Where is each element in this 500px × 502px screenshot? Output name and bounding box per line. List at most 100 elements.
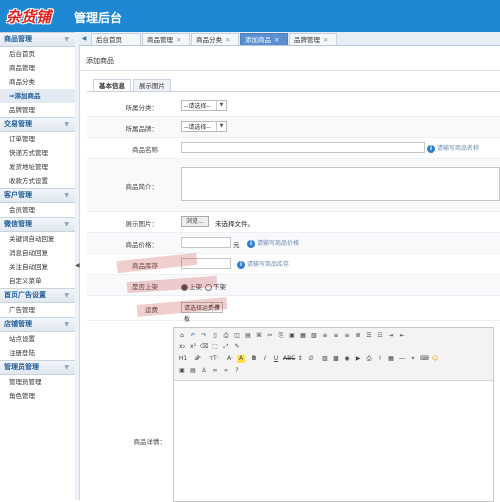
editor-body[interactable] bbox=[174, 381, 493, 501]
tab-scroll-left-icon[interactable]: ◀ bbox=[79, 32, 89, 45]
sidebar-item-register-login[interactable]: 注册登陆 bbox=[0, 346, 75, 360]
link-icon[interactable]: ∞ bbox=[211, 367, 219, 375]
sidebar-item-ship-address[interactable]: 发货地址管理 bbox=[0, 160, 75, 174]
sidebar-group-admin[interactable]: 管理员管理 ▼ bbox=[0, 360, 75, 375]
flash-icon[interactable]: ◉ bbox=[343, 355, 351, 363]
tab-category[interactable]: 商品分类 ✕ bbox=[191, 33, 239, 45]
source-icon[interactable]: ⌂ bbox=[178, 332, 186, 340]
goods-intro-textarea[interactable] bbox=[181, 167, 500, 201]
insert-image-icon[interactable]: ▣ bbox=[178, 367, 186, 375]
subtab-basic-info[interactable]: 基本信息 bbox=[93, 79, 131, 91]
outdent-icon[interactable]: ⇤ bbox=[398, 332, 406, 340]
sidebar-item-admins[interactable]: 管理员管理 bbox=[0, 375, 75, 389]
paste-icon[interactable]: ▣ bbox=[288, 332, 296, 340]
close-icon[interactable]: ✕ bbox=[274, 36, 279, 44]
highlight-icon[interactable]: A bbox=[237, 355, 245, 363]
justify-center-icon[interactable]: ≡ bbox=[332, 332, 340, 340]
sidebar-group-shop[interactable]: 店铺管理 ▼ bbox=[0, 317, 75, 332]
tab-add-goods[interactable]: 添加商品 ✕ bbox=[240, 33, 288, 45]
fullscreen-icon[interactable]: ⤢ bbox=[222, 343, 230, 351]
ordered-list-icon[interactable]: ☰ bbox=[365, 332, 373, 340]
clear-format-icon[interactable]: ⌫ bbox=[200, 343, 208, 351]
map-icon[interactable]: ⌖ bbox=[409, 355, 417, 363]
sidebar-group-wechat[interactable]: 微信管理 ▼ bbox=[0, 217, 75, 232]
table-icon[interactable]: ▦ bbox=[387, 355, 395, 363]
justify-left-icon[interactable]: ≡ bbox=[321, 332, 329, 340]
sidebar-item-custom-menu[interactable]: 自定义菜单 bbox=[0, 274, 75, 288]
copy-icon[interactable]: ⎘ bbox=[277, 332, 285, 340]
italic-icon[interactable]: I bbox=[261, 355, 269, 363]
font-family-icon[interactable]: 𝓕· bbox=[192, 355, 204, 363]
sidebar-item-payment[interactable]: 收款方式设置 bbox=[0, 174, 75, 188]
paste-text-icon[interactable]: ▦ bbox=[299, 332, 307, 340]
attach-icon[interactable]: ⌇ bbox=[376, 355, 384, 363]
paste-word-icon[interactable]: ▧ bbox=[310, 332, 318, 340]
about-icon[interactable]: ? bbox=[233, 367, 241, 375]
goods-name-input[interactable] bbox=[181, 142, 425, 153]
media-icon[interactable]: ▶ bbox=[354, 355, 362, 363]
sidebar-item-home[interactable]: 后台首页 bbox=[0, 47, 75, 61]
line-height-icon[interactable]: ↕ bbox=[296, 355, 304, 363]
price-input[interactable] bbox=[181, 237, 231, 248]
code-block-icon[interactable]: ⌨ bbox=[420, 355, 429, 363]
close-icon[interactable]: ✕ bbox=[323, 36, 328, 44]
sidebar-item-roles[interactable]: 角色管理 bbox=[0, 389, 75, 403]
subtab-images[interactable]: 展示图片 bbox=[133, 79, 171, 91]
font-size-icon[interactable]: тT· bbox=[208, 355, 220, 363]
sidebar-item-keyword-reply[interactable]: 关键词自动回复 bbox=[0, 232, 75, 246]
remove-format-icon[interactable]: ∅ bbox=[307, 355, 315, 363]
tab-home[interactable]: 后台首页 bbox=[91, 33, 141, 45]
emoticon-icon[interactable]: ☺ bbox=[431, 355, 439, 363]
sidebar-item-follow-reply[interactable]: 关注自动回复 bbox=[0, 260, 75, 274]
browse-button[interactable]: 浏览... bbox=[181, 216, 209, 227]
select-all-icon[interactable]: ⬚ bbox=[211, 343, 219, 351]
font-color-icon[interactable]: A· bbox=[226, 355, 234, 363]
sidebar-item-express[interactable]: 快递方式管理 bbox=[0, 146, 75, 160]
new-doc-icon[interactable]: ▯ bbox=[211, 332, 219, 340]
undo-icon[interactable]: ↶ bbox=[189, 332, 197, 340]
category-select[interactable]: --请选择-- ▼ bbox=[181, 100, 227, 111]
close-icon[interactable]: ✕ bbox=[225, 36, 230, 44]
quickformat-icon[interactable]: ✎ bbox=[233, 343, 241, 351]
justify-right-icon[interactable]: ≡ bbox=[343, 332, 351, 340]
superscript-icon[interactable]: x² bbox=[189, 343, 197, 351]
bold-icon[interactable]: B bbox=[250, 355, 258, 363]
template-icon[interactable]: ▤ bbox=[244, 332, 252, 340]
hr-icon[interactable]: ― bbox=[398, 355, 406, 363]
anchor-icon[interactable]: ⚓ bbox=[200, 367, 208, 375]
strikethrough-icon[interactable]: ABC bbox=[283, 355, 295, 363]
sidebar-item-goods[interactable]: 商品管理 bbox=[0, 61, 75, 75]
sidebar-item-site-settings[interactable]: 站点设置 bbox=[0, 332, 75, 346]
sidebar-item-add-goods[interactable]: ⇒添加商品 bbox=[0, 89, 75, 103]
rich-text-editor[interactable]: ⌂ ↶ ↷ ▯ ⎙ ◫ ▤ ⌘ ✂ ⎘ ▣ ▦ ▧ ≡ ≡ ≡ ≣ ☰ ☷ ⇥ … bbox=[173, 327, 494, 502]
subscript-icon[interactable]: x₂ bbox=[178, 343, 186, 351]
sidebar-group-ads[interactable]: 首页广告设置 ▼ bbox=[0, 288, 75, 303]
sidebar-group-trade[interactable]: 交易管理 ▼ bbox=[0, 117, 75, 132]
sidebar-item-category[interactable]: 商品分类 bbox=[0, 75, 75, 89]
heading-icon[interactable]: H1 bbox=[178, 355, 188, 363]
sidebar-item-ads[interactable]: 广告管理 bbox=[0, 303, 75, 317]
image-icon[interactable]: ▨ bbox=[321, 355, 329, 363]
multi-image-icon[interactable]: ▩ bbox=[332, 355, 340, 363]
indent-icon[interactable]: ⇥ bbox=[387, 332, 395, 340]
page-break-icon[interactable]: ▤ bbox=[189, 367, 197, 375]
insert-file-icon[interactable]: ⎙ bbox=[365, 355, 373, 363]
tab-goods[interactable]: 商品管理 ✕ bbox=[142, 33, 190, 45]
redo-icon[interactable]: ↷ bbox=[200, 332, 208, 340]
code-icon[interactable]: ⌘ bbox=[255, 332, 263, 340]
sidebar-item-message-reply[interactable]: 消息自动回复 bbox=[0, 246, 75, 260]
sidebar-item-orders[interactable]: 订单管理 bbox=[0, 132, 75, 146]
unordered-list-icon[interactable]: ☷ bbox=[376, 332, 384, 340]
underline-icon[interactable]: U bbox=[272, 355, 280, 363]
sidebar-item-members[interactable]: 会员管理 bbox=[0, 203, 75, 217]
brand-select[interactable]: --请选择-- ▼ bbox=[181, 121, 227, 132]
print-icon[interactable]: ⎙ bbox=[222, 332, 230, 340]
unlink-icon[interactable]: ≁ bbox=[222, 367, 230, 375]
sidebar-group-customer[interactable]: 客户管理 ▼ bbox=[0, 188, 75, 203]
cut-icon[interactable]: ✂ bbox=[266, 332, 274, 340]
close-icon[interactable]: ✕ bbox=[176, 36, 181, 44]
preview-icon[interactable]: ◫ bbox=[233, 332, 241, 340]
justify-full-icon[interactable]: ≣ bbox=[354, 332, 362, 340]
sidebar-group-goods[interactable]: 商品管理 ▼ bbox=[0, 32, 75, 47]
tab-brand[interactable]: 品牌管理 ✕ bbox=[289, 33, 337, 45]
